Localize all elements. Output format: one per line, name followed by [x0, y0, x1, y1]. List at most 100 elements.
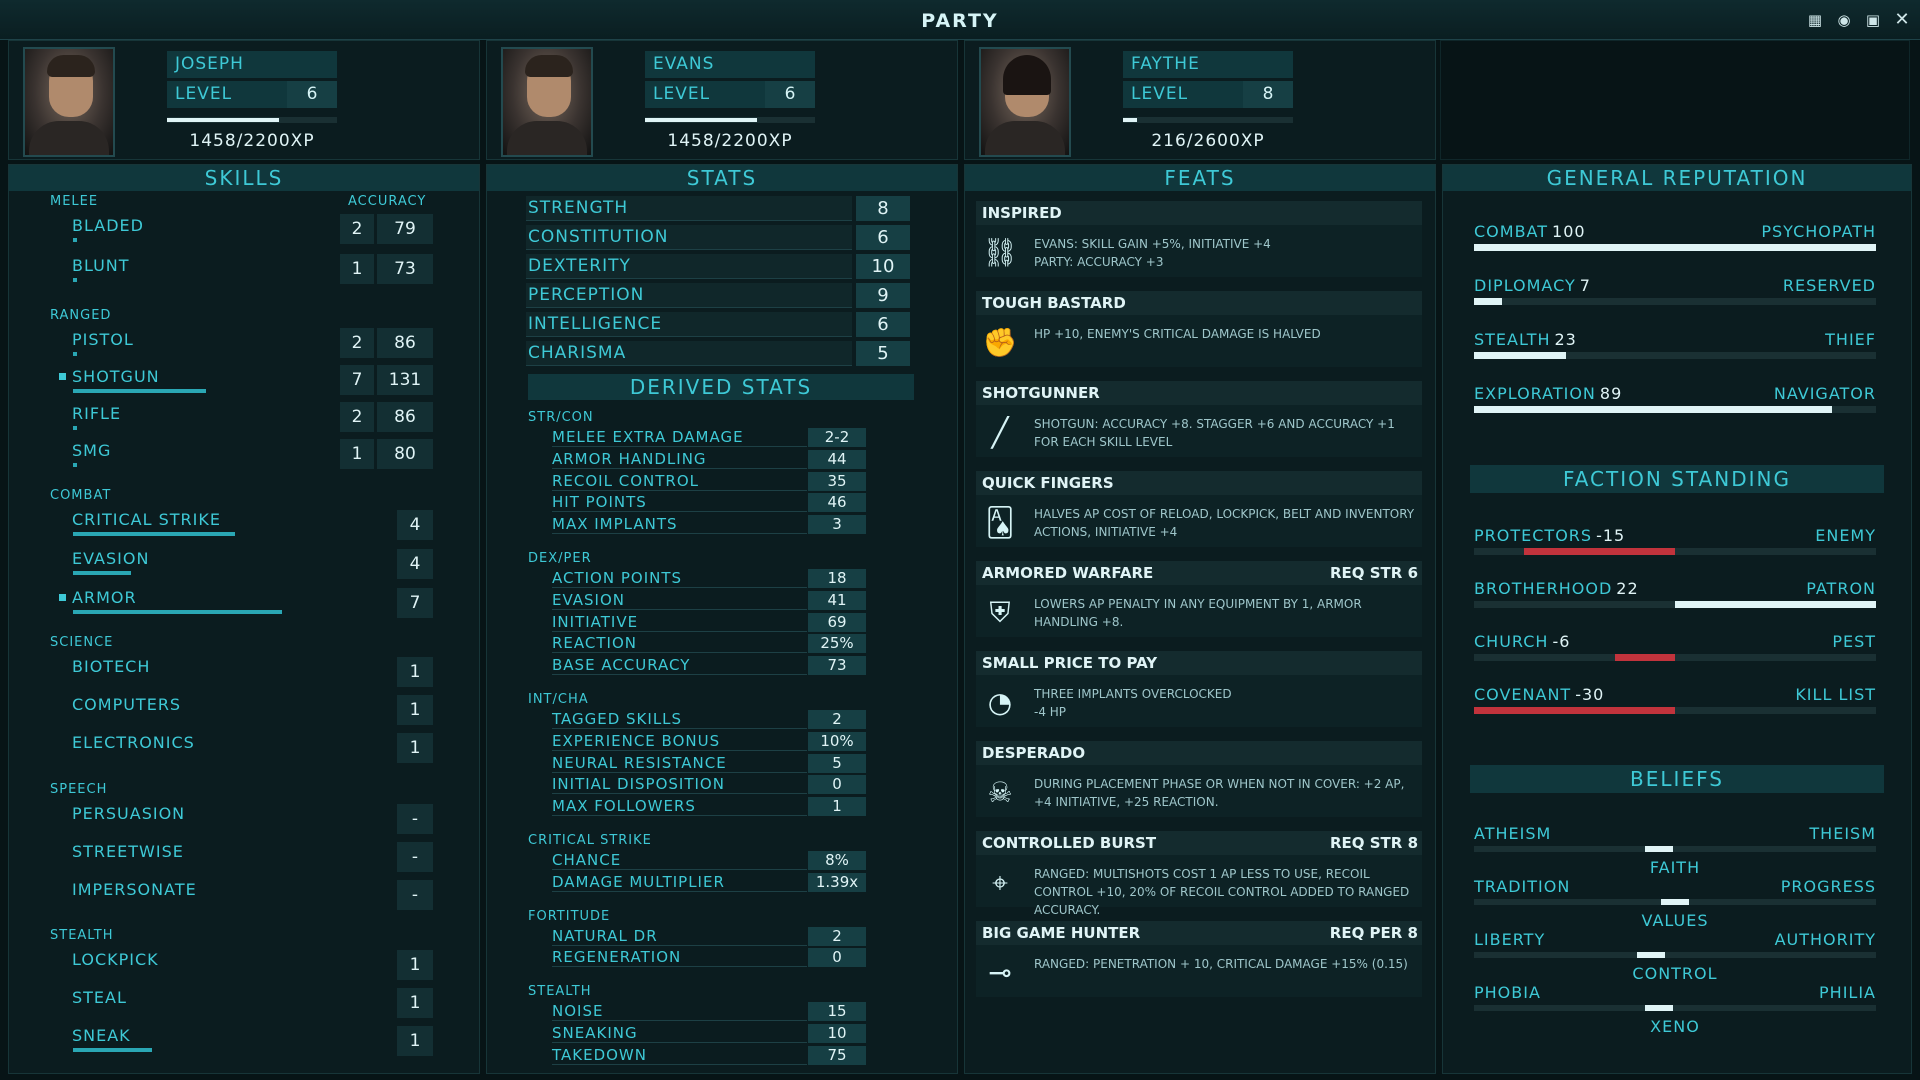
- derived-row[interactable]: MELEE EXTRA DAMAGE 2-2: [552, 428, 866, 447]
- portrait-evans[interactable]: [501, 47, 593, 157]
- skill-name: BLUNT: [72, 256, 130, 275]
- xp-bar-fill: [167, 118, 280, 122]
- skill-row-pistol[interactable]: PISTOL 2 86: [40, 328, 440, 362]
- stat-row-intelligence[interactable]: INTELLIGENCE 6: [526, 312, 912, 337]
- belief-row-xeno[interactable]: PHOBIA PHILIA XENO: [1474, 983, 1876, 1043]
- derived-row[interactable]: HIT POINTS 46: [552, 493, 866, 513]
- feat-armored-warfare[interactable]: ARMORED WARFARE REQ STR 6 ⛨ LOWERS AP PENAL…: [976, 561, 1422, 637]
- skill-row-biotech[interactable]: BIOTECH 1: [40, 655, 440, 689]
- derived-row[interactable]: SNEAKING 10: [552, 1024, 866, 1043]
- derived-row[interactable]: INITIAL DISPOSITION 0: [552, 775, 866, 795]
- derived-row[interactable]: MAX IMPLANTS 3: [552, 515, 866, 535]
- derived-row[interactable]: ACTION POINTS 18: [552, 569, 866, 588]
- faction-row-brotherhood[interactable]: BROTHERHOOD 22 PATRON: [1474, 579, 1876, 609]
- faction-standing-title: FACTION STANDING: [1470, 465, 1884, 493]
- skill-row-lockpick[interactable]: LOCKPICK 1: [40, 948, 440, 982]
- belief-axis-label: XENO: [1650, 1017, 1700, 1036]
- derived-row[interactable]: REACTION 25%: [552, 634, 866, 654]
- derived-row[interactable]: ARMOR HANDLING 44: [552, 449, 866, 469]
- feat-big-game-hunter[interactable]: BIG GAME HUNTER REQ PER 8 ⊸ RANGED: PENETRA…: [976, 921, 1422, 997]
- skill-row-smg[interactable]: SMG 1 80: [40, 439, 440, 473]
- skill-row-armor[interactable]: ARMOR 7: [40, 586, 440, 620]
- belief-row-faith[interactable]: ATHEISM THEISM FAITH: [1474, 824, 1876, 884]
- skill-row-shotgun[interactable]: SHOTGUN 7 131: [40, 365, 440, 399]
- skill-row-computers[interactable]: COMPUTERS 1: [40, 693, 440, 727]
- derived-row[interactable]: INITIATIVE 69: [552, 612, 866, 632]
- feat-header: ARMORED WARFARE REQ STR 6: [976, 561, 1422, 585]
- reputation-row-combat[interactable]: COMBAT 100 PSYCHOPATH: [1474, 222, 1876, 252]
- stat-row-charisma[interactable]: CHARISMA 5: [526, 341, 912, 366]
- portrait-faythe[interactable]: [979, 47, 1071, 157]
- derived-value: 35: [808, 471, 866, 491]
- derived-row[interactable]: MAX FOLLOWERS 1: [552, 797, 866, 817]
- skill-row-evasion[interactable]: EVASION 4: [40, 547, 440, 581]
- derived-row[interactable]: EXPERIENCE BONUS 10%: [552, 731, 866, 751]
- feat-inspired[interactable]: INSPIRED ⛓ EVANS: SKILL GAIN +5%, INITIATI…: [976, 201, 1422, 277]
- reputation-row-stealth[interactable]: STEALTH 23 THIEF: [1474, 330, 1876, 360]
- faction-row-protectors[interactable]: PROTECTORS -15 ENEMY: [1474, 526, 1876, 556]
- derived-row[interactable]: RECOIL CONTROL 35: [552, 471, 866, 491]
- derived-row[interactable]: NOISE 15: [552, 1002, 866, 1022]
- xp-text: 1458/2200XP: [667, 131, 793, 151]
- calendar-icon[interactable]: ▦: [1805, 10, 1825, 30]
- derived-value: 0: [808, 775, 866, 795]
- derived-value: 8%: [808, 851, 866, 870]
- feat-controlled-burst[interactable]: CONTROLLED BURST REQ STR 8 ⌖ RANGED: MULTIS…: [976, 831, 1422, 917]
- faction-track: [1474, 707, 1876, 714]
- skill-row-electronics[interactable]: ELECTRONICS 1: [40, 731, 440, 765]
- derived-row[interactable]: NATURAL DR 2: [552, 926, 866, 946]
- derived-name: NOISE: [552, 1002, 807, 1022]
- feat-description: DURING PLACEMENT PHASE OR WHEN NOT IN CO…: [1034, 777, 1405, 809]
- belief-row-values[interactable]: TRADITION PROGRESS VALUES: [1474, 877, 1876, 937]
- skill-row-critical-strike[interactable]: CRITICAL STRIKE 4: [40, 508, 440, 542]
- skill-points: -: [397, 842, 433, 872]
- stat-row-dexterity[interactable]: DEXTERITY 10: [526, 254, 912, 279]
- reputation-row-diplomacy[interactable]: DIPLOMACY 7 RESERVED: [1474, 276, 1876, 306]
- derived-row[interactable]: DAMAGE MULTIPLIER 1.39x: [552, 872, 866, 892]
- stat-row-perception[interactable]: PERCEPTION 9: [526, 283, 912, 308]
- feat-shotgunner[interactable]: SHOTGUNNER ╱ SHOTGUN: ACCURACY +8. STAGGER…: [976, 381, 1422, 457]
- party-card[interactable]: JOSEPH LEVEL 6 1458/2200XP: [8, 40, 480, 160]
- skill-row-steal[interactable]: STEAL 1: [40, 986, 440, 1020]
- skill-progress-bar: [73, 532, 235, 536]
- feat-quick-fingers[interactable]: QUICK FINGERS 🂡 HALVES AP COST OF RELOAD, …: [976, 471, 1422, 547]
- skill-name: BLADED: [72, 216, 144, 235]
- portrait-hair: [47, 55, 95, 77]
- skill-row-rifle[interactable]: RIFLE 2 86: [40, 402, 440, 436]
- derived-value: 1: [808, 797, 866, 817]
- skill-row-bladed[interactable]: BLADED 2 79: [40, 214, 440, 248]
- reputation-row-exploration[interactable]: EXPLORATION 89 NAVIGATOR: [1474, 384, 1876, 414]
- feat-tough-bastard[interactable]: TOUGH BASTARD ✊ HP +10, ENEMY'S CRITICAL D…: [976, 291, 1422, 367]
- stat-row-constitution[interactable]: CONSTITUTION 6: [526, 225, 912, 250]
- faction-row-church[interactable]: CHURCH -6 PEST: [1474, 632, 1876, 662]
- empty-party-slot[interactable]: [1440, 40, 1910, 160]
- belief-row-control[interactable]: LIBERTY AUTHORITY CONTROL: [1474, 930, 1876, 990]
- feat-small-price-to-pay[interactable]: SMALL PRICE TO PAY ◔ THREE IMPLANTS OVERCL…: [976, 651, 1422, 727]
- skill-points: 2: [340, 402, 374, 432]
- skill-row-persuasion[interactable]: PERSUASION -: [40, 802, 440, 836]
- party-card[interactable]: EVANS LEVEL 6 1458/2200XP: [486, 40, 958, 160]
- belief-track: [1474, 899, 1876, 905]
- skill-row-impersonate[interactable]: IMPERSONATE -: [40, 878, 440, 912]
- feat-desperado[interactable]: DESPERADO ☠ DURING PLACEMENT PHASE OR WHEN…: [976, 741, 1422, 817]
- skill-row-blunt[interactable]: BLUNT 1 73: [40, 254, 440, 288]
- derived-row[interactable]: NEURAL RESISTANCE 5: [552, 753, 866, 773]
- monitor-icon[interactable]: ▣: [1863, 10, 1883, 30]
- party-card[interactable]: FAYTHE LEVEL 8 216/2600XP: [964, 40, 1436, 160]
- reputation-value: 23: [1554, 330, 1577, 349]
- portrait-joseph[interactable]: [23, 47, 115, 157]
- brain-icon[interactable]: ◉: [1834, 10, 1854, 30]
- derived-row[interactable]: CHANCE 8%: [552, 851, 866, 870]
- derived-row[interactable]: REGENERATION 0: [552, 948, 866, 968]
- stat-row-strength[interactable]: STRENGTH 8: [526, 196, 912, 221]
- faction-track: [1474, 548, 1876, 555]
- skill-row-sneak[interactable]: SNEAK 1: [40, 1024, 440, 1058]
- skill-row-streetwise[interactable]: STREETWISE -: [40, 840, 440, 874]
- derived-row[interactable]: EVASION 41: [552, 590, 866, 610]
- faction-row-covenant[interactable]: COVENANT -30 KILL LIST: [1474, 685, 1876, 715]
- derived-row[interactable]: BASE ACCURACY 73: [552, 656, 866, 676]
- belief-track: [1474, 846, 1876, 852]
- derived-row[interactable]: TAGGED SKILLS 2: [552, 710, 866, 729]
- close-icon[interactable]: ✕: [1892, 10, 1912, 30]
- derived-row[interactable]: TAKEDOWN 75: [552, 1045, 866, 1065]
